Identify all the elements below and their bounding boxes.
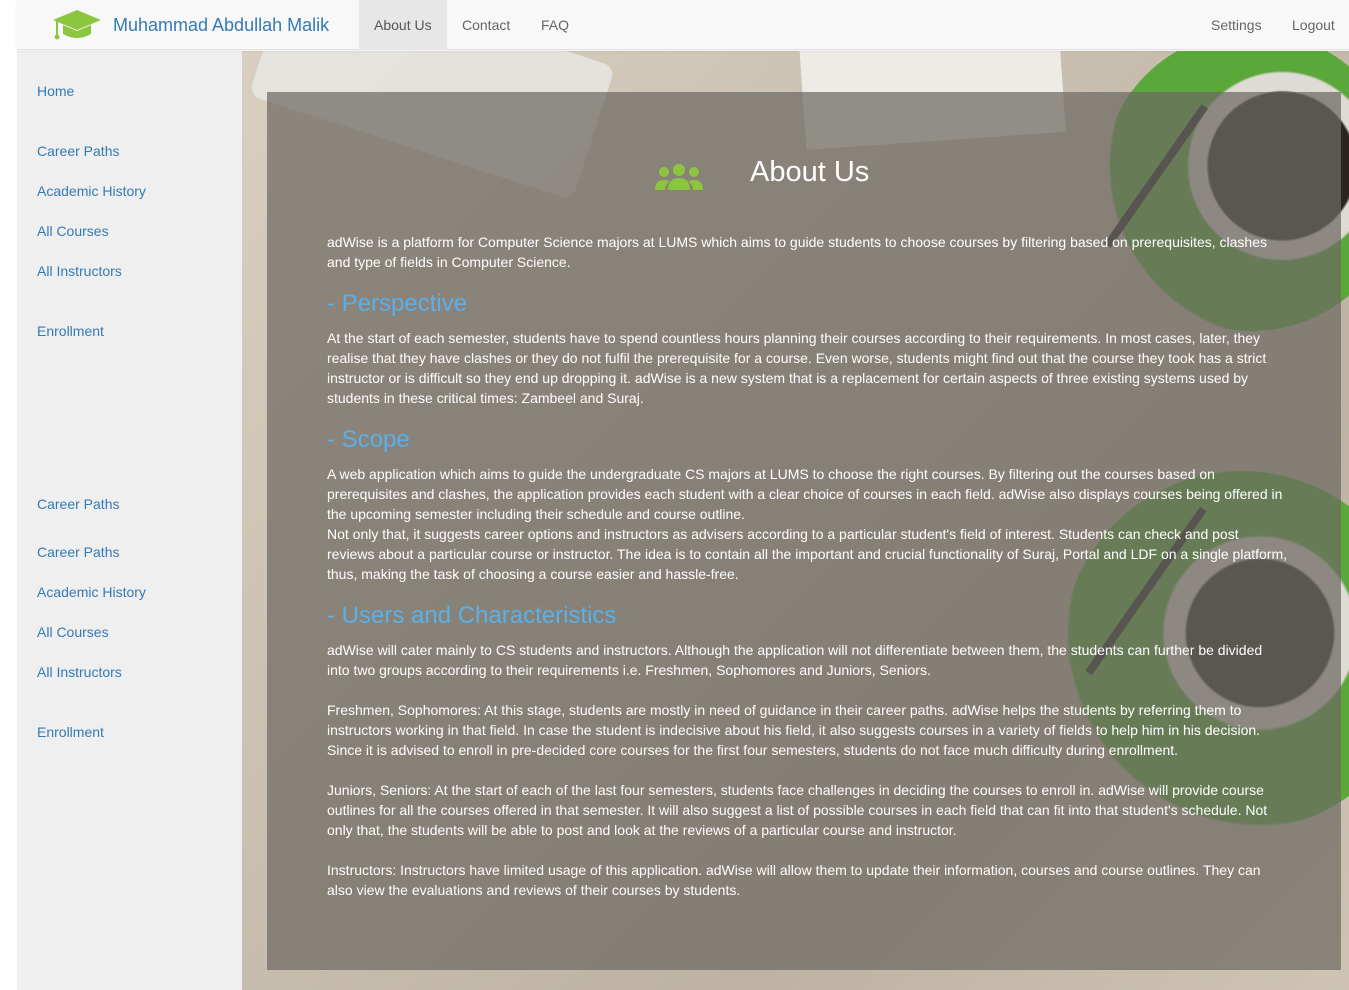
sidebar-item-enrollment-2[interactable]: Enrollment: [37, 724, 104, 740]
people-icon: [655, 164, 703, 190]
users-text-4: Instructors: Instructors have limited us…: [327, 862, 1261, 898]
sidebar-item-academic-history-2[interactable]: Academic History: [37, 584, 146, 600]
users-text-1: adWise will cater mainly to CS students …: [327, 642, 1263, 678]
top-navbar: Muhammad Abdullah Malik About Us Contact…: [17, 0, 1349, 50]
scope-heading: - Scope: [327, 426, 410, 453]
sidebar-item-all-courses-2[interactable]: All Courses: [37, 624, 109, 640]
page-title: About Us: [750, 156, 870, 188]
perspective-heading: - Perspective: [327, 290, 468, 317]
graduation-cap-icon: [53, 10, 101, 40]
sidebar-item-home[interactable]: Home: [37, 83, 74, 99]
sidebar-item-career-paths-2[interactable]: Career Paths: [37, 496, 119, 512]
nav-settings[interactable]: Settings: [1196, 0, 1277, 50]
sidebar-item-academic-history[interactable]: Academic History: [37, 183, 146, 199]
nav-faq[interactable]: FAQ: [526, 0, 584, 50]
nav-logout[interactable]: Logout: [1277, 0, 1349, 50]
sidebar: Home Career Paths Academic History All C…: [17, 51, 242, 990]
sidebar-item-all-instructors[interactable]: All Instructors: [37, 263, 122, 279]
users-heading: - Users and Characteristics: [327, 602, 617, 629]
about-card: About Us adWise is a platform for Comput…: [267, 92, 1341, 970]
perspective-text: At the start of each semester, students …: [327, 330, 1267, 406]
card-header: About Us: [267, 154, 1341, 194]
sidebar-item-career-paths[interactable]: Career Paths: [37, 143, 119, 159]
scope-text-1: A web application which aims to guide th…: [327, 466, 1283, 522]
sidebar-item-all-instructors-2[interactable]: All Instructors: [37, 664, 122, 680]
sidebar-item-career-paths-3[interactable]: Career Paths: [37, 544, 119, 560]
brand-name[interactable]: Muhammad Abdullah Malik: [113, 15, 329, 36]
sidebar-item-enrollment[interactable]: Enrollment: [37, 323, 104, 339]
brand[interactable]: Muhammad Abdullah Malik: [51, 8, 329, 42]
users-text-2: Freshmen, Sophomores: At this stage, stu…: [327, 702, 1261, 758]
nav-about-us[interactable]: About Us: [359, 0, 447, 50]
users-text-3: Juniors, Seniors: At the start of each o…: [327, 782, 1268, 838]
scope-text-2: Not only that, it suggests career option…: [327, 526, 1288, 582]
nav-contact[interactable]: Contact: [447, 0, 525, 50]
intro-text: adWise is a platform for Computer Scienc…: [327, 234, 1267, 270]
sidebar-item-all-courses[interactable]: All Courses: [37, 223, 109, 239]
